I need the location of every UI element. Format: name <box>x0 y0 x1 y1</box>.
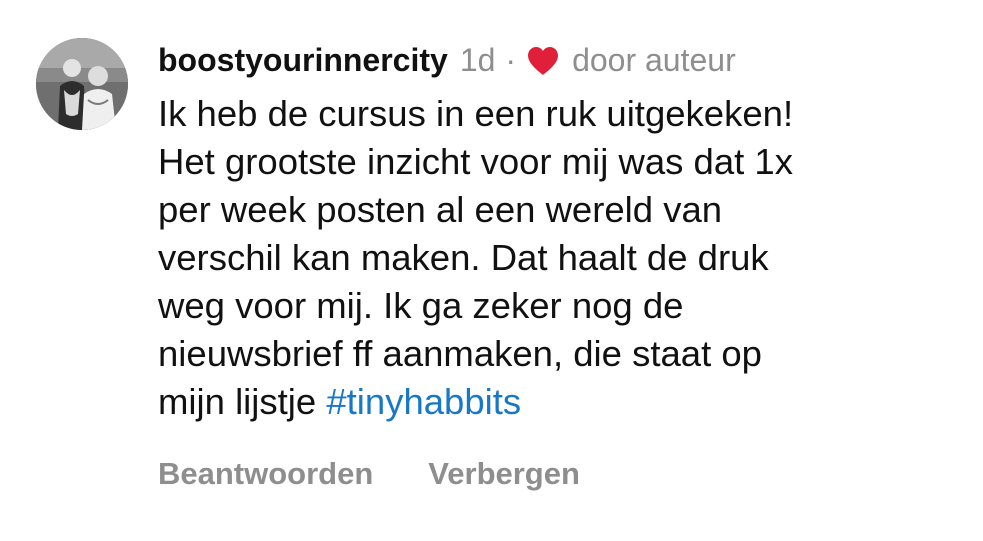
hashtag-link[interactable]: #tinyhabbits <box>326 381 521 422</box>
comment-username[interactable]: boostyourinnercity <box>158 38 448 82</box>
reply-button[interactable]: Beantwoorden <box>158 452 373 496</box>
heart-icon <box>526 44 560 76</box>
comment-time: 1d <box>459 42 496 78</box>
comment-meta: boostyourinnercity 1d · door auteur <box>158 38 736 82</box>
comment: boostyourinnercity 1d · door auteur Ik h… <box>0 0 983 541</box>
hide-button[interactable]: Verbergen <box>428 452 580 496</box>
comment-text: Ik heb de cursus in een ruk uitgekeken! … <box>158 90 958 426</box>
comment-actions: Beantwoorden Verbergen <box>158 452 580 496</box>
liked-by-author-label: door auteur <box>572 42 736 78</box>
meta-separator: · <box>505 42 517 78</box>
avatar-photo <box>36 38 128 130</box>
avatar[interactable] <box>36 38 128 130</box>
comment-body: Ik heb de cursus in een ruk uitgekeken! … <box>158 93 794 422</box>
